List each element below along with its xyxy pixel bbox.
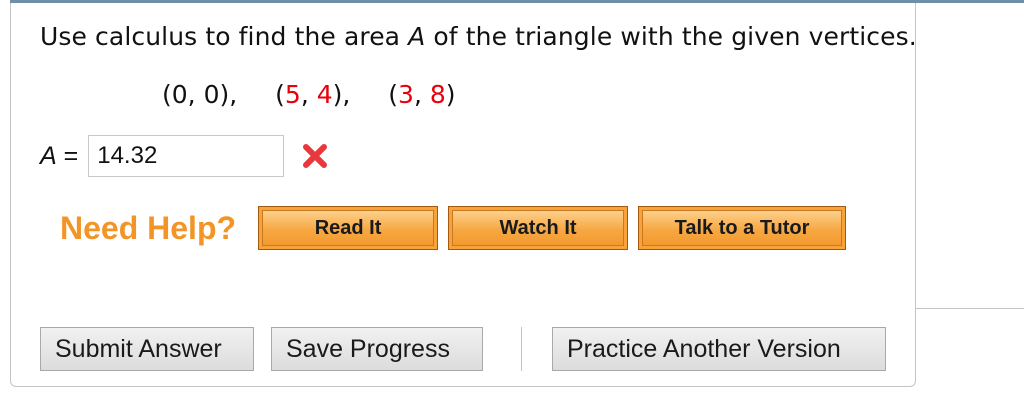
vertex-open-paren: (: [275, 80, 285, 109]
vertex-3: (3, 8): [388, 80, 455, 109]
question-variable: A: [408, 22, 426, 51]
vertex-x: 3: [398, 80, 414, 109]
question-suffix: of the triangle with the given vertices.: [425, 22, 917, 51]
vertex-1: (0, 0),: [162, 80, 237, 109]
x-mark-icon: [303, 144, 328, 168]
answer-variable: A: [40, 141, 57, 170]
button-divider: [521, 327, 522, 371]
vertex-x: 5: [284, 80, 301, 109]
vertex-y: 8: [429, 80, 446, 109]
practice-another-version-button[interactable]: Practice Another Version: [552, 327, 886, 371]
answer-input[interactable]: [88, 135, 285, 177]
talk-to-tutor-button[interactable]: Talk to a Tutor: [638, 206, 847, 250]
read-it-label: Read It: [262, 210, 435, 246]
vertex-close-paren: ): [445, 80, 456, 109]
vertex-2: (5, 4),: [275, 80, 350, 109]
vertex-separator: ,: [300, 80, 317, 109]
help-row: Need Help? Read It Watch It Talk to a Tu…: [60, 206, 856, 250]
panel-divider-line: [916, 308, 1024, 309]
vertex-open-paren: (: [162, 80, 172, 109]
vertex-x: 0: [171, 80, 188, 109]
action-row: Submit Answer Save Progress Practice Ano…: [40, 327, 886, 371]
question-prefix: Use calculus to find the area: [40, 22, 409, 51]
vertex-open-paren: (: [388, 80, 399, 109]
vertex-close-paren: ),: [332, 80, 351, 109]
watch-it-button[interactable]: Watch It: [448, 206, 629, 250]
question-text: Use calculus to find the area A of the t…: [40, 22, 917, 51]
talk-to-tutor-label: Talk to a Tutor: [642, 210, 843, 246]
vertex-close-paren: ),: [219, 80, 238, 109]
watch-it-label: Watch It: [452, 210, 625, 246]
submit-answer-button[interactable]: Submit Answer: [40, 327, 254, 371]
vertex-separator: ,: [187, 80, 204, 109]
answer-label: A =: [40, 142, 78, 171]
vertices-list: (0, 0), (5, 4), (3, 8): [162, 80, 486, 109]
vertex-separator: ,: [413, 80, 430, 109]
read-it-button[interactable]: Read It: [258, 206, 439, 250]
save-progress-button[interactable]: Save Progress: [271, 327, 483, 371]
vertex-y: 0: [203, 80, 220, 109]
answer-equals: =: [56, 141, 79, 170]
answer-row: A =: [40, 134, 330, 178]
need-help-label: Need Help?: [60, 209, 237, 246]
vertex-y: 4: [316, 80, 333, 109]
